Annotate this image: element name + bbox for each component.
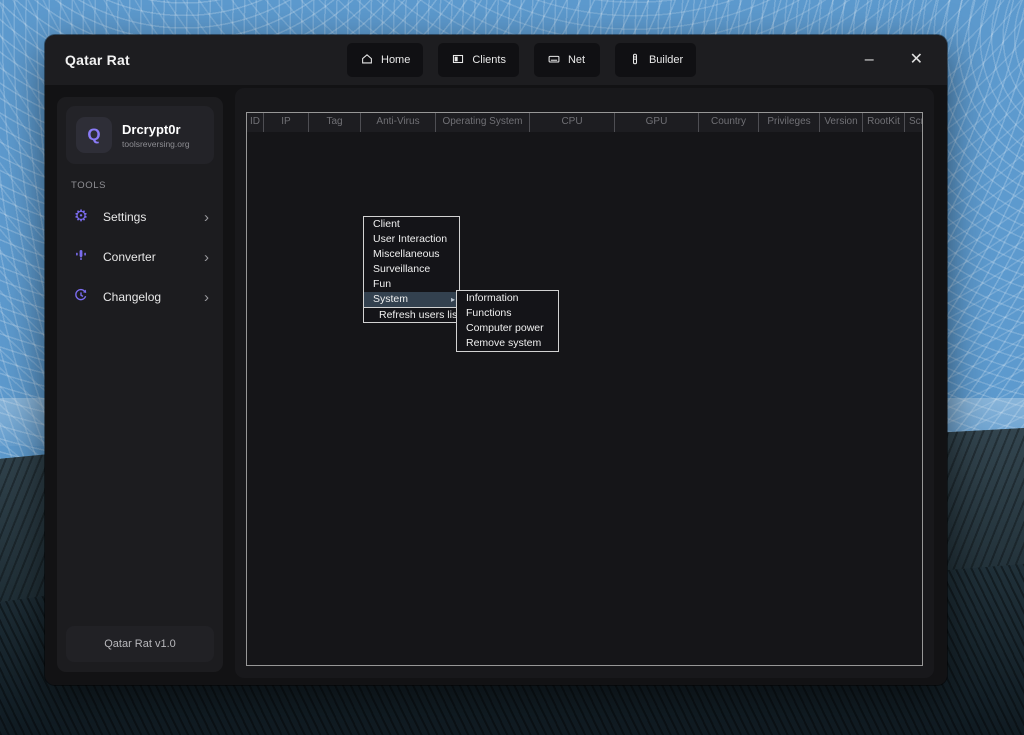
- profile-name: Drcrypt0r: [122, 122, 190, 137]
- column-header-id[interactable]: ID: [247, 113, 264, 132]
- column-header-screen[interactable]: Screen: [905, 113, 922, 132]
- clients-panel: ID IP Tag Anti-Virus Operating System CP…: [235, 88, 934, 678]
- builder-button-label: Builder: [649, 54, 683, 66]
- net-button-label: Net: [568, 54, 585, 66]
- column-header-os[interactable]: Operating System: [436, 113, 530, 132]
- clients-button-label: Clients: [472, 54, 506, 66]
- column-header-ip[interactable]: IP: [264, 113, 309, 132]
- app-version-badge: Qatar Rat v1.0: [66, 626, 214, 662]
- column-header-version[interactable]: Version: [820, 113, 863, 132]
- submenu-item-computer-power[interactable]: Computer power: [457, 321, 558, 336]
- tools-section-label: TOOLS: [71, 180, 223, 191]
- app-body: Q Drcrypt0r toolsreversing.org TOOLS ⚙ S…: [45, 85, 947, 685]
- sidebar-item-label: Settings: [103, 210, 192, 224]
- avatar: Q: [76, 117, 112, 153]
- table-header: ID IP Tag Anti-Virus Operating System CP…: [247, 113, 922, 132]
- window-controls: – ✕: [859, 35, 929, 85]
- minimize-button[interactable]: –: [859, 48, 880, 72]
- submenu-item-remove-system[interactable]: Remove system: [457, 336, 558, 351]
- app-title: Qatar Rat: [65, 52, 130, 68]
- home-button[interactable]: Home: [347, 43, 423, 77]
- submenu-item-information[interactable]: Information: [457, 291, 558, 306]
- column-header-tag[interactable]: Tag: [309, 113, 361, 132]
- network-icon: [547, 52, 561, 69]
- system-submenu: Information Functions Computer power Rem…: [456, 290, 559, 352]
- net-button[interactable]: Net: [534, 43, 600, 77]
- column-header-country[interactable]: Country: [699, 113, 759, 132]
- builder-button[interactable]: Builder: [615, 43, 696, 77]
- column-header-cpu[interactable]: CPU: [530, 113, 615, 132]
- column-header-gpu[interactable]: GPU: [615, 113, 699, 132]
- context-menu-item-system[interactable]: System ▸: [364, 292, 459, 307]
- chevron-right-icon: ›: [204, 250, 209, 265]
- column-header-privileges[interactable]: Privileges: [759, 113, 820, 132]
- clients-table: ID IP Tag Anti-Virus Operating System CP…: [246, 112, 923, 666]
- column-header-antivirus[interactable]: Anti-Virus: [361, 113, 436, 132]
- context-menu-item-fun[interactable]: Fun: [364, 277, 459, 292]
- sidebar-item-changelog[interactable]: Changelog ›: [59, 277, 221, 317]
- context-menu-item-refresh-users[interactable]: Refresh users list: [364, 307, 459, 322]
- context-menu-item-user-interaction[interactable]: User Interaction: [364, 232, 459, 247]
- top-navigation: Home Clients Net Builder: [347, 43, 696, 77]
- context-menu-item-miscellaneous[interactable]: Miscellaneous: [364, 247, 459, 262]
- profile-subtitle: toolsreversing.org: [122, 139, 190, 149]
- builder-icon: [628, 52, 642, 69]
- converter-icon: [71, 247, 91, 267]
- clients-button[interactable]: Clients: [438, 43, 519, 77]
- sidebar-item-converter[interactable]: Converter ›: [59, 237, 221, 277]
- context-menu: Client User Interaction Miscellaneous Su…: [363, 216, 460, 323]
- app-window: Qatar Rat Home Clients Net: [45, 35, 947, 685]
- submenu-item-functions[interactable]: Functions: [457, 306, 558, 321]
- profile-info: Drcrypt0r toolsreversing.org: [122, 122, 190, 149]
- sidebar-item-settings[interactable]: ⚙ Settings ›: [59, 197, 221, 237]
- home-icon: [360, 52, 374, 69]
- gear-icon: ⚙: [71, 209, 91, 225]
- context-menu-item-surveillance[interactable]: Surveillance: [364, 262, 459, 277]
- profile-card: Q Drcrypt0r toolsreversing.org: [66, 106, 214, 164]
- home-button-label: Home: [381, 54, 410, 66]
- title-bar: Qatar Rat Home Clients Net: [45, 35, 947, 85]
- context-menu-item-system-label: System: [373, 292, 451, 307]
- sidebar-item-label: Converter: [103, 250, 192, 264]
- close-button[interactable]: ✕: [904, 48, 929, 72]
- context-menu-item-client[interactable]: Client: [364, 217, 459, 232]
- history-icon: [71, 287, 91, 307]
- chevron-right-icon: ›: [204, 210, 209, 225]
- column-header-rootkit[interactable]: RootKit: [863, 113, 905, 132]
- sidebar: Q Drcrypt0r toolsreversing.org TOOLS ⚙ S…: [57, 97, 223, 672]
- sidebar-item-label: Changelog: [103, 290, 192, 304]
- monitor-icon: [451, 52, 465, 69]
- chevron-right-icon: ›: [204, 290, 209, 305]
